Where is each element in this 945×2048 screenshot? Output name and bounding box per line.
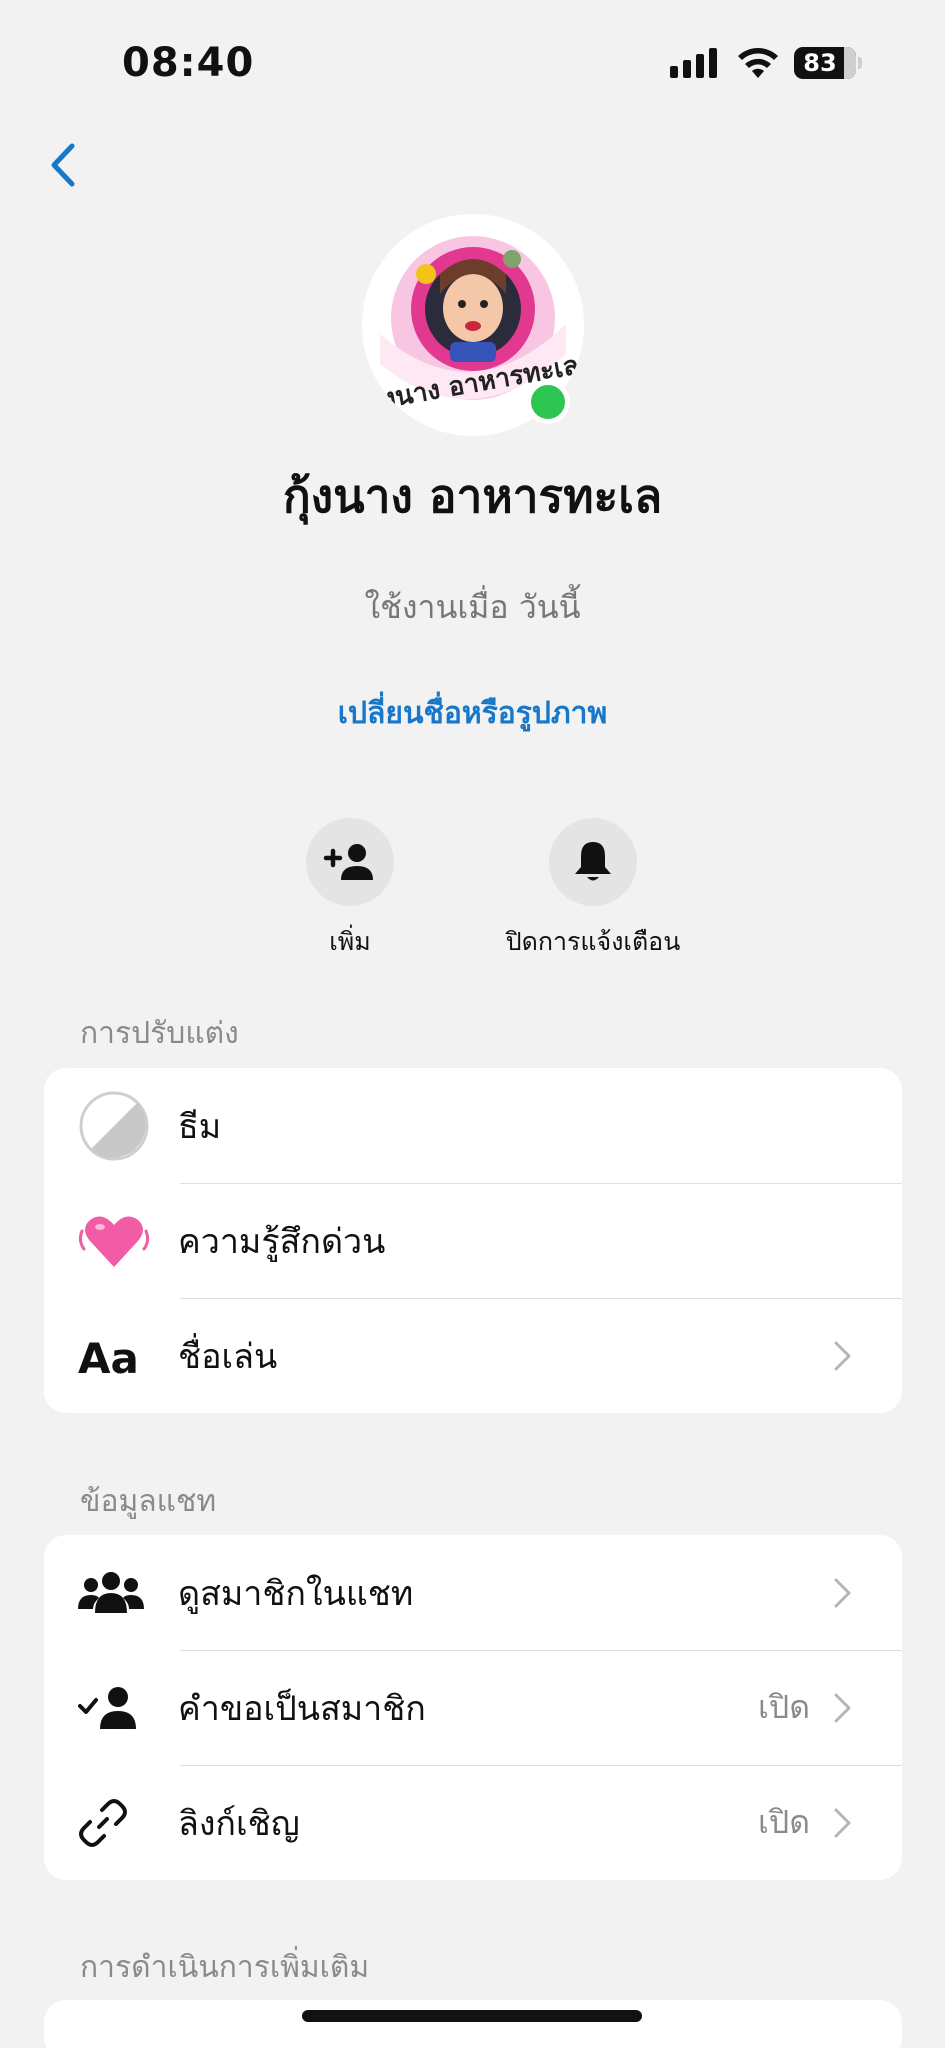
online-status-dot <box>526 380 570 424</box>
chevron-right-icon <box>834 1693 851 1722</box>
profile-name: กุ้งนาง อาหารทะเล <box>282 469 663 523</box>
more-actions-card <box>44 2000 902 2048</box>
bell-icon <box>575 842 611 881</box>
chat-info-card: ดูสมาชิกในแชท คำขอเป็นสมาชิก เปิด ลิงก์เ <box>44 1535 902 1880</box>
battery-icon: 83 <box>794 47 856 79</box>
home-indicator <box>302 2010 642 2022</box>
row-label: คำขอเป็นสมาชิก <box>178 1688 426 1729</box>
section-title-customize: การปรับแต่ง <box>80 1016 239 1051</box>
row-value: เปิด <box>757 1688 810 1726</box>
chevron-right-icon <box>834 1578 851 1607</box>
customize-card: ธีม ความรู้สึกด่วน Aa ชื่อเล่น <box>44 1068 902 1413</box>
add-person-icon <box>323 844 373 880</box>
status-bar: 08:40 83 <box>0 0 945 120</box>
svg-text:Aa: Aa <box>78 1334 139 1381</box>
row-value: เปิด <box>757 1803 810 1841</box>
row-view-members[interactable]: ดูสมาชิกในแชท <box>44 1535 902 1650</box>
back-chevron-icon[interactable] <box>44 140 84 190</box>
section-title-more-actions: การดำเนินการเพิ่มเติม <box>80 1950 370 1985</box>
mute-notifications-label: ปิดการแจ้งเตือน <box>505 927 681 956</box>
active-status: ใช้งานเมื่อ วันนี้ <box>364 588 581 626</box>
mute-notifications-button[interactable]: ปิดการแจ้งเตือน <box>473 818 713 962</box>
section-title-chat-info: ข้อมูลแชท <box>80 1484 217 1519</box>
profile-avatar[interactable]: กุ้งนาง อาหารทะเล <box>362 214 584 436</box>
cellular-signal-icon <box>670 48 717 78</box>
row-member-requests[interactable]: คำขอเป็นสมาชิก เปิด <box>44 1650 902 1765</box>
row-nicknames[interactable]: Aa ชื่อเล่น <box>44 1298 902 1413</box>
add-label: เพิ่ม <box>329 927 371 956</box>
chevron-right-icon <box>834 1341 851 1370</box>
battery-tip <box>858 57 862 69</box>
heart-emoji-icon <box>78 1215 150 1267</box>
theme-icon <box>79 1091 149 1160</box>
person-check-icon <box>78 1686 136 1729</box>
battery-level: 83 <box>803 49 837 77</box>
status-time: 08:40 <box>122 40 255 86</box>
row-label: ดูสมาชิกในแชท <box>178 1573 414 1614</box>
people-icon <box>78 1571 144 1613</box>
row-label: ชื่อเล่น <box>178 1336 278 1377</box>
row-invite-link[interactable]: ลิงก์เชิญ เปิด <box>44 1765 902 1880</box>
row-quick-reaction[interactable]: ความรู้สึกด่วน <box>44 1183 902 1298</box>
chevron-right-icon <box>834 1808 851 1837</box>
add-button[interactable]: เพิ่ม <box>230 818 470 962</box>
row-label: ลิงก์เชิญ <box>178 1803 300 1844</box>
wifi-icon <box>738 48 778 78</box>
row-theme[interactable]: ธีม <box>44 1068 902 1183</box>
link-icon <box>79 1798 127 1847</box>
change-name-or-photo-link[interactable]: เปลี่ยนชื่อหรือรูปภาพ <box>0 690 945 737</box>
text-aa-icon: Aa <box>78 1334 139 1381</box>
row-label: ธีม <box>178 1106 222 1147</box>
row-label: ความรู้สึกด่วน <box>178 1221 386 1262</box>
